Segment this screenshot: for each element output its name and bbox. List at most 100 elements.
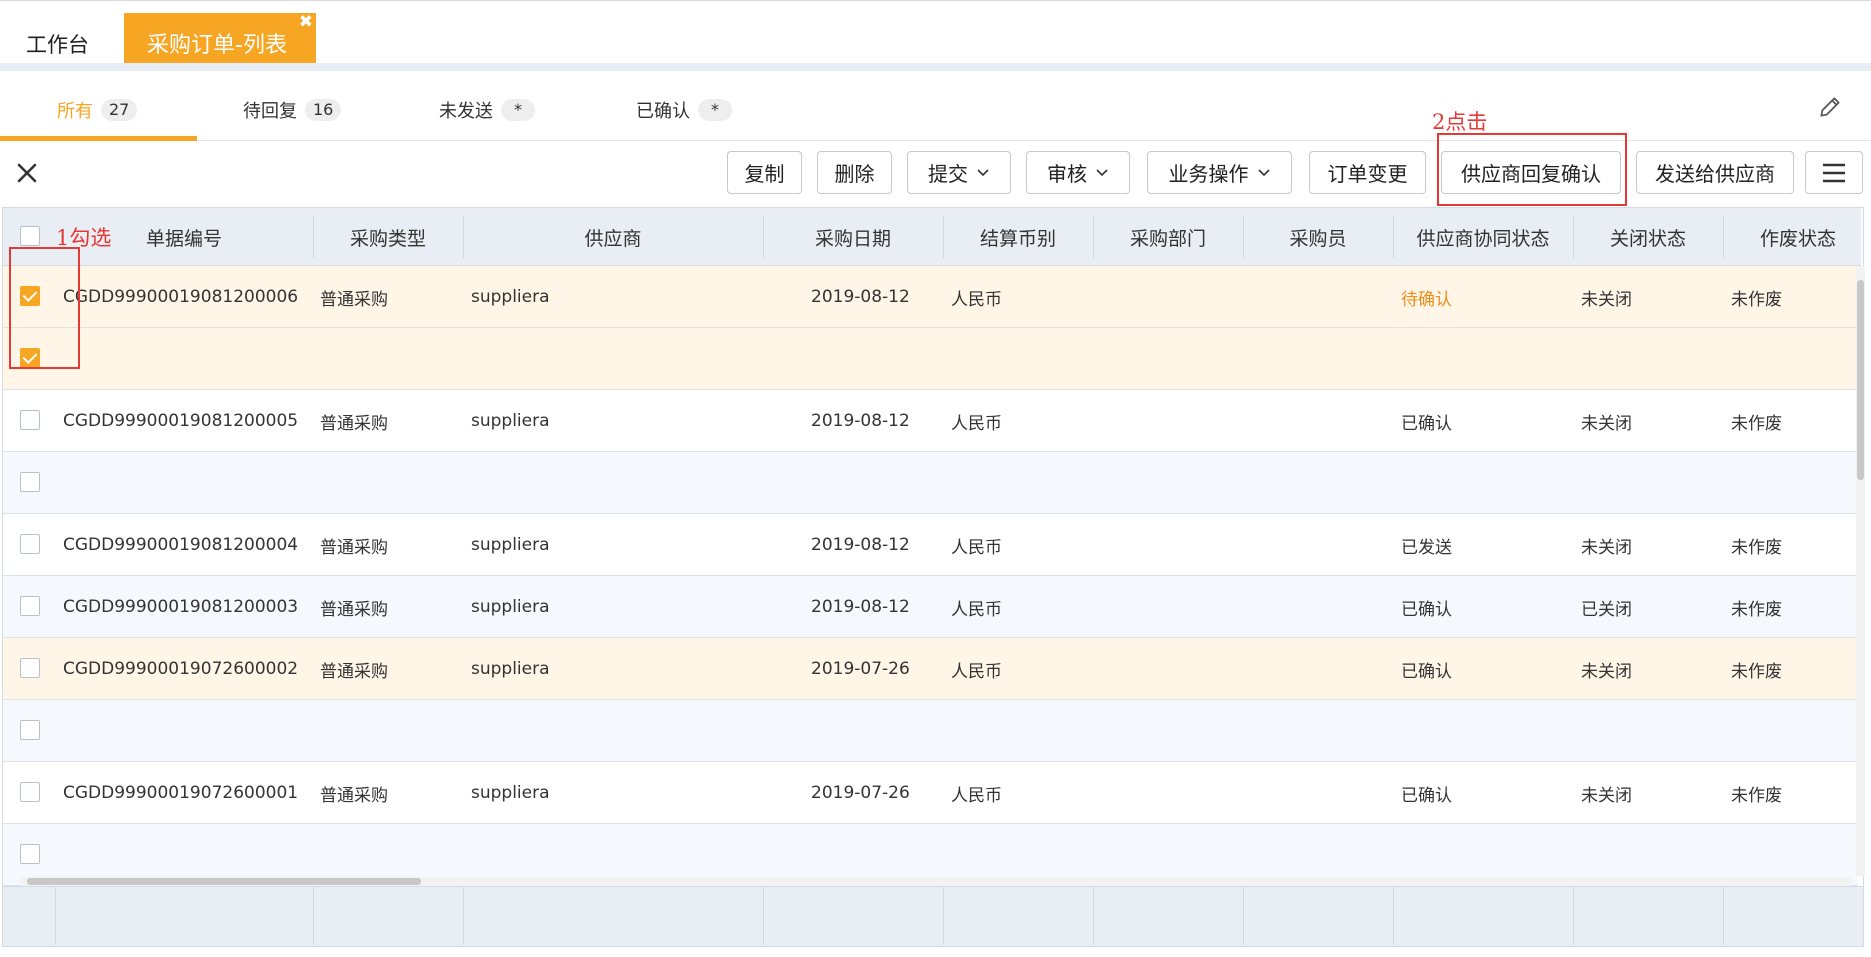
filter-count-badge: 16 <box>305 99 342 121</box>
filter-tab-label: 所有 <box>57 101 93 122</box>
annotation-step-2: 2点击 <box>1432 110 1488 134</box>
column-divider <box>1573 887 1574 945</box>
cell-void-status: 未作废 <box>1731 599 1782 620</box>
tab-purchase-order-list-label: 采购订单-列表 <box>147 33 287 58</box>
cell-coop-status: 已确认 <box>1401 599 1452 620</box>
vertical-scroll-thumb[interactable] <box>1857 280 1864 480</box>
cell-supplier: suppliera <box>471 783 550 803</box>
filter-count-badge: 27 <box>101 99 138 121</box>
cell-close-status: 未关闭 <box>1581 661 1632 682</box>
column-header-close-status[interactable]: 关闭状态 <box>1573 208 1723 266</box>
row-checkbox[interactable] <box>20 410 40 430</box>
audit-dropdown-button[interactable]: 审核 <box>1026 151 1130 194</box>
column-header-currency[interactable]: 结算币别 <box>943 208 1093 266</box>
table-row[interactable] <box>3 328 1858 390</box>
cell-supplier: suppliera <box>471 287 550 307</box>
copy-button[interactable]: 复制 <box>727 151 802 194</box>
purchase-order-grid: 单据编号 采购类型 供应商 采购日期 结算币别 采购部门 采购员 供应商协同状态… <box>2 207 1865 887</box>
table-row[interactable] <box>3 700 1858 762</box>
horizontal-scroll-thumb[interactable] <box>27 878 421 885</box>
row-checkbox[interactable] <box>20 844 40 864</box>
submit-button-label: 提交 <box>928 162 968 186</box>
column-header-supplier[interactable]: 供应商 <box>463 208 763 266</box>
column-header-coop-status[interactable]: 供应商协同状态 <box>1393 208 1573 266</box>
cell-supplier: suppliera <box>471 597 550 617</box>
tab-workbench[interactable]: 工作台 <box>26 29 89 59</box>
table-row[interactable] <box>3 452 1858 514</box>
cell-coop-status: 已发送 <box>1401 537 1452 558</box>
cell-coop-status: 已确认 <box>1401 661 1452 682</box>
send-to-supplier-button[interactable]: 发送给供应商 <box>1636 151 1794 194</box>
filter-count-badge: * <box>501 99 535 121</box>
horizontal-scrollbar[interactable] <box>21 877 1851 886</box>
annotation-step-1: 1勾选 <box>56 226 112 250</box>
cell-type: 普通采购 <box>320 413 388 434</box>
grid-summary-footer <box>2 887 1864 947</box>
row-checkbox[interactable] <box>20 782 40 802</box>
filter-tab-confirmed[interactable]: 已确认 * <box>636 97 732 123</box>
column-header-void-status[interactable]: 作废状态 <box>1723 208 1871 266</box>
table-row[interactable]: CGDD99900019081200004 普通采购 suppliera 2019-0… <box>3 514 1858 576</box>
filter-tab-all[interactable]: 所有 27 <box>57 97 138 123</box>
table-row[interactable]: CGDD99900019081200005 普通采购 suppliera 2019-0… <box>3 390 1858 452</box>
cell-close-status: 未关闭 <box>1581 537 1632 558</box>
cell-code: CGDD99900019081200003 <box>63 597 299 617</box>
submit-dropdown-button[interactable]: 提交 <box>907 151 1011 194</box>
cell-coop-status: 已确认 <box>1401 785 1452 806</box>
cell-currency: 人民币 <box>951 413 1002 434</box>
cell-type: 普通采购 <box>320 785 388 806</box>
annotation-button-highlight <box>1437 133 1627 206</box>
order-change-button[interactable]: 订单变更 <box>1309 151 1426 194</box>
row-checkbox[interactable] <box>20 534 40 554</box>
column-divider <box>55 887 56 945</box>
filter-count-badge: * <box>698 99 732 121</box>
table-row[interactable]: CGDD99900019081200006 普通采购 suppliera 2019-0… <box>3 266 1858 328</box>
chevron-down-icon <box>1257 168 1270 176</box>
column-header-buyer[interactable]: 采购员 <box>1243 208 1393 266</box>
select-all-checkbox[interactable] <box>20 226 40 246</box>
column-divider <box>763 887 764 945</box>
row-checkbox[interactable] <box>20 658 40 678</box>
cell-currency: 人民币 <box>951 289 1002 310</box>
filter-tab-pending-reply[interactable]: 待回复 16 <box>243 97 342 123</box>
table-row[interactable]: CGDD99900019081200003 普通采购 suppliera 2019-0… <box>3 576 1858 638</box>
cell-date: 2019-08-12 <box>811 287 910 307</box>
column-header-date[interactable]: 采购日期 <box>763 208 943 266</box>
column-divider <box>463 887 464 945</box>
cell-code: CGDD99900019081200004 <box>63 535 299 555</box>
cell-void-status: 未作废 <box>1731 537 1782 558</box>
cell-supplier: suppliera <box>471 535 550 555</box>
cell-currency: 人民币 <box>951 785 1002 806</box>
cell-date: 2019-07-26 <box>811 783 910 803</box>
cell-close-status: 未关闭 <box>1581 785 1632 806</box>
column-header-type[interactable]: 采购类型 <box>313 208 463 266</box>
cell-code: CGDD99900019081200005 <box>63 411 299 431</box>
row-checkbox[interactable] <box>20 472 40 492</box>
cell-supplier: suppliera <box>471 411 550 431</box>
chevron-down-icon <box>1096 168 1108 176</box>
cell-date: 2019-07-26 <box>811 659 910 679</box>
delete-button[interactable]: 删除 <box>817 151 892 194</box>
close-icon[interactable] <box>12 158 42 188</box>
column-header-dept[interactable]: 采购部门 <box>1093 208 1243 266</box>
cell-currency: 人民币 <box>951 599 1002 620</box>
cell-date: 2019-08-12 <box>811 411 910 431</box>
filter-tab-unsent[interactable]: 未发送 * <box>439 97 535 123</box>
cell-date: 2019-08-12 <box>811 597 910 617</box>
tab-close-icon[interactable]: ✖ <box>299 12 313 32</box>
vertical-scrollbar[interactable] <box>1856 266 1865 876</box>
more-menu-button[interactable] <box>1805 151 1863 194</box>
row-checkbox[interactable] <box>20 720 40 740</box>
business-ops-button-label: 业务操作 <box>1168 162 1249 186</box>
cell-type: 普通采购 <box>320 599 388 620</box>
table-row[interactable]: CGDD99900019072600002 普通采购 suppliera 2019-0… <box>3 638 1858 700</box>
filter-tab-label: 待回复 <box>243 101 297 122</box>
table-row[interactable]: CGDD99900019072600001 普通采购 suppliera 2019-0… <box>3 762 1858 824</box>
hamburger-menu-icon <box>1823 163 1845 182</box>
tab-purchase-order-list[interactable]: 采购订单-列表 ✖ <box>124 12 316 63</box>
column-divider <box>1093 887 1094 945</box>
row-checkbox[interactable] <box>20 596 40 616</box>
business-ops-dropdown-button[interactable]: 业务操作 <box>1147 151 1292 194</box>
chevron-down-icon <box>977 168 989 176</box>
pencil-icon[interactable] <box>1817 94 1843 120</box>
